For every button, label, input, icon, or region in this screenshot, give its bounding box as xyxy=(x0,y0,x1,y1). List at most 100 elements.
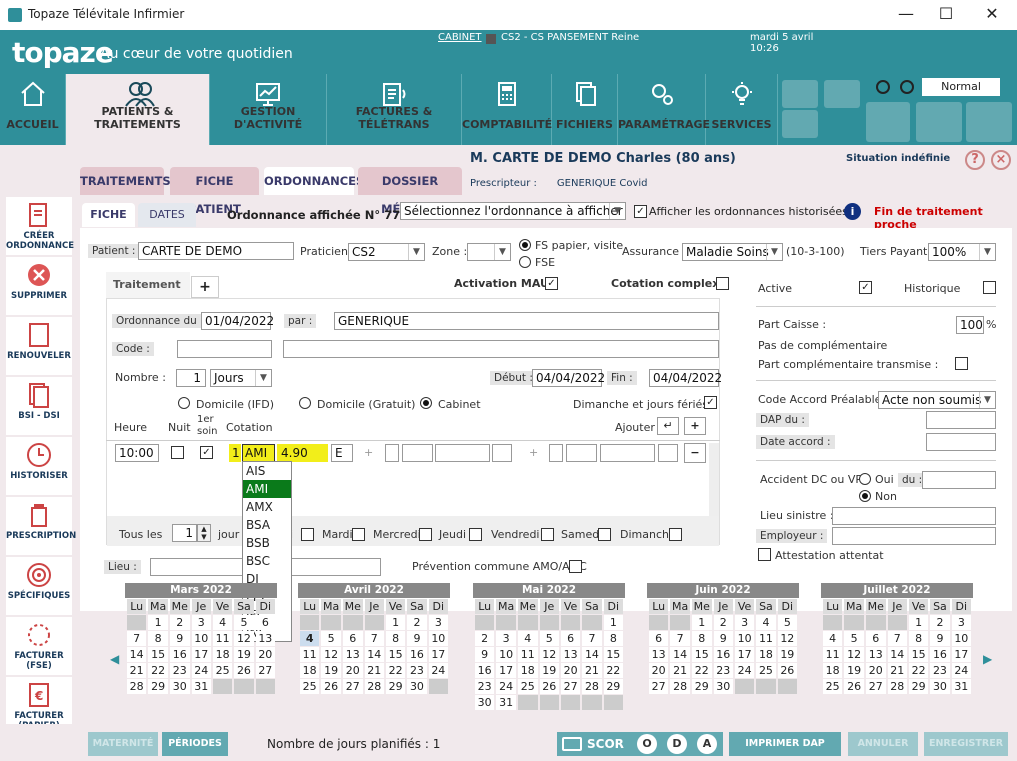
calendar-day[interactable]: 8 xyxy=(385,631,406,646)
sidebar-facturer-fse[interactable]: FACTURER (FSE) xyxy=(6,617,72,675)
e3-field[interactable] xyxy=(658,444,678,462)
calendar-day[interactable]: 18 xyxy=(823,663,843,678)
calendar-day[interactable]: 23 xyxy=(713,663,733,678)
calendar-day[interactable]: 6 xyxy=(649,631,669,646)
user-account-icon[interactable] xyxy=(866,102,910,142)
calendar-day[interactable]: 25 xyxy=(756,663,776,678)
calendar-day[interactable]: 17 xyxy=(734,647,755,662)
calendar-day[interactable]: 28 xyxy=(887,679,907,694)
sidebar-historiser[interactable]: HISTORISER xyxy=(6,437,72,495)
assurance-select[interactable]: Maladie Soins ▼ xyxy=(682,243,783,261)
transfer-icon[interactable] xyxy=(966,102,1012,142)
calendar-day[interactable]: 5 xyxy=(539,631,559,646)
histo-checkbox[interactable]: ✓ xyxy=(634,205,647,218)
calendar-day[interactable]: 5 xyxy=(777,615,797,630)
calendar-day[interactable]: 29 xyxy=(691,679,712,694)
add-traitement-button[interactable]: + xyxy=(191,276,219,298)
coef2-field[interactable] xyxy=(385,444,399,462)
part-caisse-field[interactable]: 100 xyxy=(956,316,984,334)
calendar-day[interactable]: 4 xyxy=(517,631,538,646)
nuit-checkbox[interactable] xyxy=(171,446,184,459)
par-field[interactable]: GENERIQUE xyxy=(334,312,719,330)
calendar-day[interactable]: 19 xyxy=(777,647,797,662)
scor-a-button[interactable]: A xyxy=(697,734,717,754)
pie-chart-icon[interactable] xyxy=(782,80,818,108)
scor-o-button[interactable]: O xyxy=(637,734,657,754)
ordonnance-select[interactable]: Sélectionnez l'ordonnance à afficher ▼ xyxy=(400,202,626,220)
calendar-day[interactable]: 10 xyxy=(951,631,971,646)
calendar-day[interactable]: 2 xyxy=(930,615,950,630)
enter-icon[interactable]: ↵ xyxy=(657,417,679,435)
jeudi-checkbox[interactable] xyxy=(469,528,482,541)
zone-select[interactable]: ▼ xyxy=(467,243,511,261)
subtab-fiche[interactable]: FICHE xyxy=(82,203,135,227)
domicile-gratuit-radio[interactable] xyxy=(299,397,311,409)
calendar-day[interactable]: 3 xyxy=(191,615,211,630)
part-compl-checkbox[interactable] xyxy=(955,357,968,370)
ticket-icon[interactable] xyxy=(824,80,860,108)
calendar-day[interactable]: 4 xyxy=(212,615,233,630)
calendar-day[interactable]: 1 xyxy=(603,615,623,630)
calendar-day[interactable]: 14 xyxy=(127,647,147,662)
calendar-day[interactable]: 8 xyxy=(603,631,623,646)
activation-checkbox[interactable]: ✓ xyxy=(545,277,558,290)
enregistrer-button[interactable]: ENREGISTRER xyxy=(924,732,1008,756)
acte2-field[interactable] xyxy=(402,444,433,462)
acte3-field[interactable] xyxy=(566,444,597,462)
zoom-select[interactable]: Normal xyxy=(922,78,1000,96)
calendar-day[interactable]: 25 xyxy=(212,663,233,678)
add-cotation-button[interactable]: + xyxy=(684,417,706,435)
calendar-day[interactable]: 9 xyxy=(713,631,733,646)
valeur3-field[interactable] xyxy=(600,444,655,462)
calendar-day[interactable]: 21 xyxy=(670,663,690,678)
calendar-day[interactable]: 18 xyxy=(212,647,233,662)
calendar-day[interactable]: 7 xyxy=(364,631,384,646)
calendar-day[interactable]: 13 xyxy=(865,647,886,662)
calendar-day[interactable]: 22 xyxy=(603,663,623,678)
calendar-day[interactable]: 26 xyxy=(844,679,864,694)
dropdown-option[interactable]: AIS xyxy=(243,462,291,480)
calendar-day[interactable]: 23 xyxy=(407,663,427,678)
dimanche-day-checkbox[interactable] xyxy=(669,528,682,541)
calendar-day[interactable]: 2 xyxy=(169,615,190,630)
nav-gestion[interactable]: GESTION D'ACTIVITÉ xyxy=(210,74,327,145)
calendar-day[interactable]: 24 xyxy=(428,663,448,678)
prevention-checkbox[interactable] xyxy=(569,560,582,573)
calendar-day[interactable]: 27 xyxy=(560,679,581,694)
calendar-day[interactable]: 14 xyxy=(364,647,384,662)
calendar-day[interactable]: 8 xyxy=(908,631,929,646)
calendar-day[interactable]: 4 xyxy=(300,631,320,646)
fse-radio[interactable] xyxy=(519,256,531,268)
domicile-ifd-radio[interactable] xyxy=(178,397,190,409)
dropdown-option[interactable]: BSA xyxy=(243,516,291,534)
calendar-day[interactable]: 29 xyxy=(385,679,406,694)
calendar-day[interactable]: 28 xyxy=(670,679,690,694)
calendar-day[interactable]: 19 xyxy=(234,647,254,662)
calendar-day[interactable]: 24 xyxy=(951,663,971,678)
dap-du-field[interactable] xyxy=(926,411,996,429)
calendar-day[interactable]: 3 xyxy=(951,615,971,630)
calendar-day[interactable]: 28 xyxy=(127,679,147,694)
accident-oui-radio[interactable] xyxy=(859,473,871,485)
code-accord-select[interactable]: Acte non soumis ▼ xyxy=(878,391,996,409)
scrollbar[interactable] xyxy=(709,443,719,519)
zoom-in-icon[interactable] xyxy=(900,80,914,94)
nav-patients[interactable]: PATIENTS & TRAITEMENTS xyxy=(66,74,210,145)
calendar-day[interactable]: 9 xyxy=(930,631,950,646)
nav-parametrage[interactable]: PARAMÉTRAGE xyxy=(618,74,710,145)
calendar-day[interactable]: 24 xyxy=(191,663,211,678)
tab-dossier-medical[interactable]: DOSSIER MÉDICAL xyxy=(358,167,462,216)
calendar-day[interactable]: 30 xyxy=(930,679,950,694)
coef3-field[interactable] xyxy=(549,444,563,462)
calendar-day[interactable]: 10 xyxy=(496,647,516,662)
nombre-field[interactable]: 1 xyxy=(176,369,206,387)
calendar-day[interactable]: 13 xyxy=(255,631,275,646)
nav-services[interactable]: SERVICES xyxy=(706,74,778,145)
calendar-day[interactable]: 12 xyxy=(539,647,559,662)
debut-field[interactable]: 04/04/2022 xyxy=(532,369,605,387)
accident-du-field[interactable] xyxy=(922,471,996,489)
calendar-day[interactable]: 10 xyxy=(734,631,755,646)
date-accord-field[interactable] xyxy=(926,433,996,451)
active-checkbox[interactable]: ✓ xyxy=(859,281,872,294)
calendar-day[interactable]: 5 xyxy=(844,631,864,646)
